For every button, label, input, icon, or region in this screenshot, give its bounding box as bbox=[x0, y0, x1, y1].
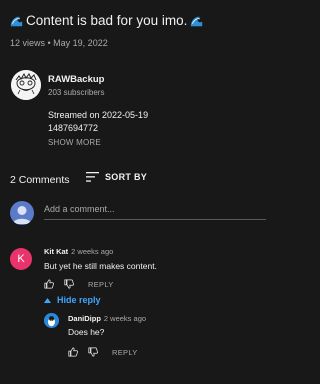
thumbs-down-icon[interactable] bbox=[88, 347, 98, 357]
comment-time: 2 weeks ago bbox=[71, 247, 114, 256]
thumbs-up-icon[interactable] bbox=[68, 347, 78, 357]
comment-text: But yet he still makes content. bbox=[44, 261, 157, 271]
hide-reply-toggle[interactable]: Hide reply bbox=[44, 295, 101, 305]
comment-header: Kit Kat 2 weeks ago bbox=[44, 247, 113, 256]
default-user-icon bbox=[13, 206, 31, 224]
thumbs-down-icon[interactable] bbox=[64, 279, 74, 289]
sort-by-label: SORT BY bbox=[105, 172, 148, 182]
reply-text: Does he? bbox=[68, 327, 105, 337]
reply-time: 2 weeks ago bbox=[103, 314, 147, 323]
reply-header: DaniDipp 2 weeks ago bbox=[68, 314, 146, 323]
sort-icon bbox=[86, 172, 99, 182]
video-title: Content is bad for you imo. bbox=[10, 13, 203, 28]
description-line-1: Streamed on 2022-05-19 bbox=[48, 110, 149, 120]
comment-actions: REPLY bbox=[44, 279, 114, 289]
reply-button[interactable]: REPLY bbox=[88, 280, 114, 289]
comment-author[interactable]: Kit Kat bbox=[44, 247, 68, 256]
chevron-up-icon bbox=[44, 297, 51, 303]
wave-emoji-icon bbox=[10, 16, 23, 27]
reply-avatar[interactable] bbox=[44, 313, 59, 328]
show-more-button[interactable]: SHOW MORE bbox=[48, 138, 101, 147]
channel-avatar[interactable] bbox=[11, 70, 41, 100]
video-meta: 12 views • May 19, 2022 bbox=[10, 38, 108, 48]
video-title-text: Content is bad for you imo. bbox=[26, 13, 188, 28]
penguin-avatar-icon bbox=[44, 313, 59, 328]
comments-count: 2 Comments bbox=[10, 174, 70, 186]
description-line-2: 1487694772 bbox=[48, 123, 99, 133]
comment-avatar[interactable]: K bbox=[10, 248, 32, 270]
reply-author[interactable]: DaniDipp bbox=[68, 314, 101, 323]
wave-emoji-icon-2 bbox=[191, 16, 203, 27]
add-comment-input[interactable]: Add a comment... bbox=[44, 204, 266, 220]
sketch-face-icon bbox=[11, 70, 41, 100]
thumbs-up-icon[interactable] bbox=[44, 279, 54, 289]
channel-subscribers: 203 subscribers bbox=[48, 88, 105, 97]
video-description: Streamed on 2022-05-19 1487694772 bbox=[48, 109, 148, 135]
channel-name[interactable]: RAWBackup bbox=[48, 74, 104, 85]
reply-actions: REPLY bbox=[68, 347, 138, 357]
user-avatar bbox=[10, 201, 34, 225]
hide-reply-label: Hide reply bbox=[57, 295, 101, 305]
sort-by-button[interactable]: SORT BY bbox=[86, 172, 147, 182]
reply-button[interactable]: REPLY bbox=[112, 348, 138, 357]
